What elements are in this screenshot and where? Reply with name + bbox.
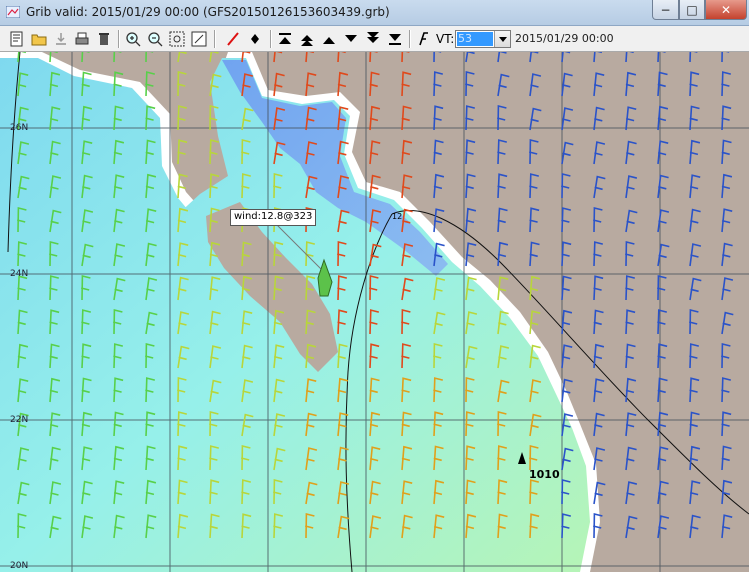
toolbar-separator bbox=[118, 30, 120, 48]
fast-back-icon[interactable] bbox=[298, 30, 316, 48]
title-bar: Grib valid: 2015/01/29 00:00 (GFS2015012… bbox=[0, 0, 749, 26]
last-frame-icon[interactable] bbox=[386, 30, 404, 48]
vt-selected-value: 53 bbox=[457, 32, 493, 46]
vt-dropdown[interactable]: 53 bbox=[455, 30, 511, 48]
waypoint-icon[interactable] bbox=[246, 30, 264, 48]
open-grib-icon[interactable] bbox=[8, 30, 26, 48]
window-title: Grib valid: 2015/01/29 00:00 (GFS2015012… bbox=[26, 5, 390, 19]
toolbar: VT: 53 2015/01/29 00:00 bbox=[0, 26, 749, 52]
maximize-button[interactable]: □ bbox=[679, 0, 705, 20]
zoom-fit-icon[interactable] bbox=[190, 30, 208, 48]
wind-tooltip: wind:12.8@323 bbox=[230, 209, 317, 226]
download-icon[interactable] bbox=[52, 30, 70, 48]
fast-forward-icon[interactable] bbox=[364, 30, 382, 48]
lat-label-20n: 20N bbox=[10, 561, 29, 571]
lat-label-26n: 26N bbox=[10, 123, 29, 133]
step-forward-icon[interactable] bbox=[342, 30, 360, 48]
minimize-button[interactable]: − bbox=[652, 0, 679, 20]
isobar-label: 12 bbox=[392, 212, 403, 221]
toolbar-separator bbox=[409, 30, 411, 48]
close-icon: ✕ bbox=[720, 2, 732, 17]
delete-icon[interactable] bbox=[95, 30, 113, 48]
zoom-in-icon[interactable] bbox=[124, 30, 142, 48]
pressure-label: 1010 bbox=[529, 468, 560, 481]
minimize-icon: − bbox=[660, 2, 671, 17]
open-folder-icon[interactable] bbox=[30, 30, 48, 48]
maximize-icon: □ bbox=[686, 2, 698, 17]
print-icon[interactable] bbox=[73, 30, 91, 48]
valid-time-display: 2015/01/29 00:00 bbox=[515, 32, 614, 45]
zoom-rect-icon[interactable] bbox=[168, 30, 186, 48]
vt-label: VT: bbox=[436, 32, 455, 46]
toolbar-separator bbox=[270, 30, 272, 48]
toolbar-separator bbox=[214, 30, 216, 48]
zoom-out-icon[interactable] bbox=[146, 30, 164, 48]
app-icon bbox=[6, 6, 20, 18]
grib-map[interactable]: 26N 24N 22N 20N 12 wind:12.8@323 1010 bbox=[0, 52, 749, 572]
font-icon[interactable] bbox=[414, 30, 432, 48]
draw-line-icon[interactable] bbox=[224, 30, 242, 48]
close-button[interactable]: ✕ bbox=[705, 0, 747, 20]
lat-label-22n: 22N bbox=[10, 415, 29, 425]
lat-label-24n: 24N bbox=[10, 269, 29, 279]
first-frame-icon[interactable] bbox=[276, 30, 294, 48]
chevron-down-icon[interactable] bbox=[494, 31, 510, 47]
step-back-icon[interactable] bbox=[320, 30, 338, 48]
map-canvas[interactable] bbox=[0, 52, 749, 572]
